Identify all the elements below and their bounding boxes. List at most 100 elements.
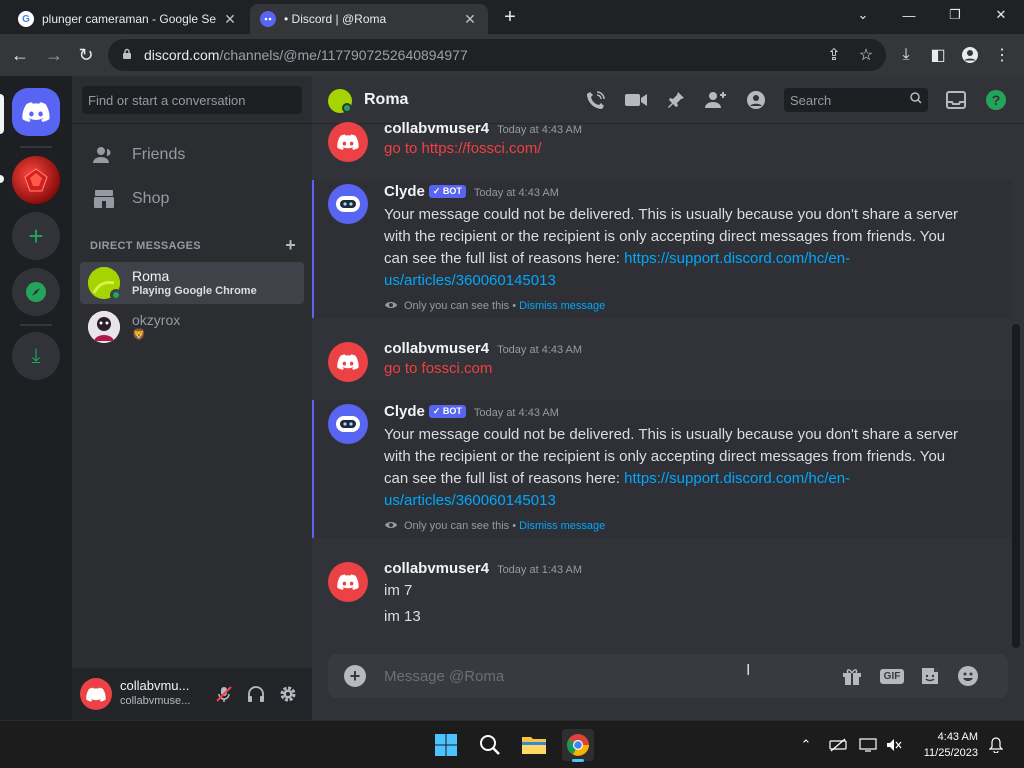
dismiss-message-link[interactable]: Dismiss message bbox=[519, 300, 605, 312]
deafen-button[interactable] bbox=[244, 682, 268, 706]
chat-header: Roma Search ? bbox=[312, 76, 1024, 124]
video-call-button[interactable] bbox=[624, 88, 648, 112]
help-button[interactable]: ? bbox=[984, 88, 1008, 112]
sticker-button[interactable] bbox=[918, 664, 942, 688]
emoji-face-icon bbox=[958, 666, 978, 686]
inbox-button[interactable] bbox=[944, 88, 968, 112]
message-timestamp: Today at 4:43 AM bbox=[497, 344, 583, 356]
svg-text:?: ? bbox=[992, 92, 1001, 108]
profile-icon[interactable] bbox=[958, 43, 982, 67]
system-clock[interactable]: 4:43 AM 11/25/2023 bbox=[912, 729, 978, 761]
user-settings-button[interactable] bbox=[276, 682, 300, 706]
browser-tab-google[interactable]: G plunger cameraman - Google Se ✕ bbox=[8, 4, 248, 34]
reload-button[interactable]: ↻ bbox=[74, 43, 98, 67]
start-button[interactable] bbox=[430, 729, 462, 761]
tab-close-icon[interactable]: ✕ bbox=[462, 11, 478, 28]
sidebar-item-shop[interactable]: Shop bbox=[80, 178, 304, 220]
window-close-button[interactable]: ✕ bbox=[978, 0, 1024, 30]
forward-button[interactable]: → bbox=[42, 43, 66, 67]
minimize-button[interactable]: — bbox=[886, 0, 932, 30]
tab-search-icon[interactable]: ⌄ bbox=[840, 0, 886, 30]
mute-mic-button[interactable] bbox=[212, 682, 236, 706]
message-item-bot[interactable]: Clyde ✓ BOT Today at 4:43 AM Your messag… bbox=[312, 400, 1012, 538]
clyde-avatar[interactable] bbox=[328, 184, 368, 224]
lock-icon bbox=[122, 48, 136, 63]
eye-icon bbox=[384, 299, 398, 313]
address-bar[interactable]: discord.com/channels/@me/117790725264089… bbox=[108, 39, 886, 71]
author-avatar[interactable] bbox=[328, 562, 368, 602]
message-item[interactable]: collabvmuser4 Today at 4:43 AM go to htt… bbox=[312, 120, 1012, 170]
friends-icon bbox=[92, 143, 116, 167]
author-name: collabvmuser4 bbox=[384, 560, 490, 577]
volume-muted-icon[interactable] bbox=[884, 735, 904, 755]
search-placeholder: Search bbox=[790, 93, 832, 108]
browser-tab-discord[interactable]: • Discord | @Roma ✕ bbox=[250, 4, 488, 34]
new-tab-button[interactable]: + bbox=[498, 6, 522, 30]
gif-button[interactable]: GIF bbox=[879, 664, 905, 688]
gift-button[interactable] bbox=[840, 664, 864, 688]
dm-item-roma[interactable]: Roma Playing Google Chrome bbox=[80, 262, 304, 304]
dismiss-message-link[interactable]: Dismiss message bbox=[519, 520, 605, 532]
network-disconnected-icon[interactable] bbox=[828, 735, 848, 755]
file-explorer-button[interactable] bbox=[518, 729, 550, 761]
sidebar-item-label: Friends bbox=[132, 146, 186, 163]
message-author[interactable]: Clyde ✓ BOT Today at 4:43 AM bbox=[384, 183, 559, 200]
share-icon[interactable]: ⇪ bbox=[822, 43, 846, 67]
search-input[interactable]: Search bbox=[784, 88, 928, 112]
sidebar-item-friends[interactable]: Friends bbox=[80, 134, 304, 176]
download-icon[interactable]: ⤓ bbox=[894, 43, 918, 67]
create-dm-plus-icon[interactable]: + bbox=[285, 236, 296, 254]
chat-scrollbar[interactable] bbox=[1012, 324, 1020, 648]
display-icon[interactable] bbox=[858, 735, 878, 755]
add-server-button[interactable]: + bbox=[12, 212, 60, 260]
side-panel-icon[interactable]: ◧ bbox=[926, 43, 950, 67]
menu-kebab-icon[interactable]: ⋮ bbox=[990, 43, 1014, 67]
message-author[interactable]: collabvmuser4 Today at 1:43 AM bbox=[384, 560, 582, 577]
user-avatar[interactable] bbox=[80, 678, 112, 710]
restore-button[interactable]: ❐ bbox=[932, 0, 978, 30]
chrome-taskbar-button[interactable] bbox=[562, 729, 594, 762]
online-status-icon bbox=[110, 289, 122, 301]
find-conversation-button[interactable]: Find or start a conversation bbox=[82, 86, 302, 114]
gear-icon bbox=[280, 686, 296, 702]
server-icon-red-gem[interactable] bbox=[12, 156, 60, 204]
direct-messages-heading: DIRECT MESSAGES bbox=[90, 240, 201, 252]
user-profile-button[interactable] bbox=[744, 88, 768, 112]
shop-icon bbox=[92, 187, 116, 211]
message-author[interactable]: Clyde ✓ BOT Today at 4:43 AM bbox=[384, 403, 559, 420]
tab-close-icon[interactable]: ✕ bbox=[222, 11, 238, 28]
message-author[interactable]: collabvmuser4 Today at 4:43 AM bbox=[384, 340, 582, 357]
message-author[interactable]: collabvmuser4 Today at 4:43 AM bbox=[384, 120, 582, 137]
message-item-bot[interactable]: Clyde ✓ BOT Today at 4:43 AM Your messag… bbox=[312, 180, 1012, 318]
author-avatar[interactable] bbox=[328, 342, 368, 382]
phone-call-icon bbox=[587, 91, 605, 109]
back-button[interactable]: ← bbox=[8, 43, 32, 67]
url-host: discord.com bbox=[144, 47, 220, 63]
message-item[interactable]: collabvmuser4 Today at 4:43 AM go to fos… bbox=[312, 340, 1012, 390]
clyde-avatar[interactable] bbox=[328, 404, 368, 444]
message-input[interactable] bbox=[384, 666, 784, 686]
pinned-messages-button[interactable] bbox=[664, 88, 688, 112]
explore-servers-button[interactable] bbox=[12, 268, 60, 316]
voice-call-button[interactable] bbox=[584, 88, 608, 112]
upload-plus-button[interactable]: + bbox=[344, 665, 366, 687]
add-friends-to-dm-button[interactable] bbox=[704, 88, 728, 112]
download-apps-button[interactable]: ⤓ bbox=[12, 332, 60, 380]
emoji-button[interactable] bbox=[956, 664, 980, 688]
bookmark-star-icon[interactable]: ☆ bbox=[854, 43, 878, 67]
url-path: /channels/@me/1177907252640894977 bbox=[219, 47, 468, 63]
ephemeral-text: Only you can see this • bbox=[404, 520, 517, 532]
author-avatar[interactable] bbox=[328, 122, 368, 162]
show-hidden-icons-button[interactable]: ⌃ bbox=[796, 735, 816, 755]
message-text: im 7 bbox=[384, 582, 413, 599]
message-item[interactable]: collabvmuser4 Today at 1:43 AM im 7 im 1… bbox=[312, 560, 1012, 632]
user-panel: collabvmu... collabvmuse... bbox=[72, 668, 312, 720]
video-camera-icon bbox=[625, 94, 647, 106]
taskbar-search-button[interactable] bbox=[474, 729, 506, 761]
dm-item-okzyrox[interactable]: okzyrox 🦁 bbox=[80, 306, 304, 348]
clock-time: 4:43 AM bbox=[937, 731, 978, 743]
direct-messages-home-button[interactable] bbox=[12, 88, 60, 136]
discord-logo-icon bbox=[22, 102, 50, 122]
tab-title: plunger cameraman - Google Se bbox=[42, 12, 217, 26]
notifications-bell-icon[interactable] bbox=[986, 735, 1006, 755]
